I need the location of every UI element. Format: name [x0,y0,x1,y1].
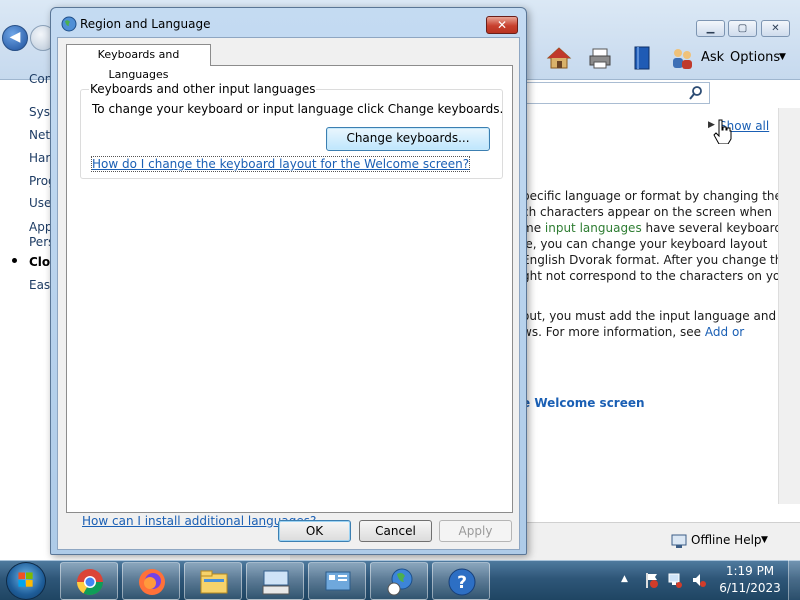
svg-text:?: ? [457,573,467,593]
control-panel-icon [325,571,351,591]
change-keyboards-button[interactable]: Change keyboards... [326,127,490,151]
help-scrollbar[interactable] [778,108,800,504]
taskbar-explorer[interactable] [184,562,242,600]
tray-expand-icon[interactable]: ▲ [621,574,628,584]
clock-time[interactable]: 1:19 PM [718,564,782,578]
start-button[interactable] [6,562,46,600]
globe-clock-icon [387,568,413,596]
region-and-language-dialog: Region and Language ✕ Keyboards and Lang… [50,7,527,555]
current-item-bullet-icon [12,258,17,263]
input-languages-link[interactable]: input languages [545,221,642,235]
tab-keyboards-and-languages[interactable]: Keyboards and Languages [66,44,211,81]
close-button[interactable]: ✕ [761,20,790,37]
print-icon[interactable] [587,46,613,70]
chevron-down-icon[interactable]: ▼ [761,535,768,545]
ask-button[interactable]: Ask [701,50,724,65]
hand-cursor-icon [713,119,732,144]
apply-button[interactable]: Apply [439,520,512,542]
instruction-text: To change your keyboard or input languag… [92,102,504,116]
help-text-line: English Dvorak format. After you change … [522,253,790,267]
help-text-line: ght not correspond to the characters on … [522,269,793,283]
taskbar-chrome[interactable] [60,562,118,600]
help-text-line: ws. For more information, see Add or [522,324,744,340]
windows-logo-icon [18,572,33,587]
firefox-icon [139,569,165,595]
help-text-fragment: ws. For more information, see [522,325,705,339]
maximize-button[interactable]: ▢ [728,20,757,37]
help-text-line: ch characters appear on the screen when [522,205,773,219]
keyboards-group: Keyboards and other input languages To c… [80,82,504,179]
home-icon[interactable] [546,46,572,70]
help-icon: ? [448,568,476,596]
help-text-line: le, you can change your keyboard layout [522,237,768,251]
taskbar-control-panel[interactable] [308,562,366,600]
dialog-title: Region and Language [80,17,211,31]
welcome-screen-layout-link[interactable]: How do I change the keyboard layout for … [90,156,471,172]
offline-help-button[interactable]: Offline Help [691,533,762,547]
book-icon[interactable] [629,46,655,70]
help-search-input[interactable] [526,82,710,104]
folder-icon [200,570,228,594]
help-text-fragment: have several keyboard [641,221,782,235]
minimize-button[interactable]: ▁ [696,20,725,37]
chevron-down-icon[interactable]: ▼ [779,52,786,62]
offline-help-icon[interactable] [671,533,689,549]
taskbar-help[interactable]: ? [432,562,490,600]
ok-button[interactable]: OK [278,520,351,542]
help-text-line: out, you must add the input language and [522,309,777,323]
ask-people-icon[interactable] [669,46,695,70]
taskbar-region-language[interactable] [370,562,428,600]
cancel-button[interactable]: Cancel [359,520,432,542]
options-button[interactable]: Options [730,50,780,65]
back-button[interactable]: ◀ [2,25,28,51]
dialog-body: Keyboards and Languages Keyboards and ot… [57,37,520,550]
show-desktop-button[interactable] [788,560,800,600]
globe-clock-icon [61,16,77,32]
clock-date[interactable]: 6/11/2023 [718,581,782,595]
dialog-close-button[interactable]: ✕ [486,16,518,34]
welcome-screen-heading[interactable]: e Welcome screen [522,396,645,410]
volume-muted-icon[interactable] [691,571,707,589]
search-icon[interactable] [688,85,704,101]
help-text-line: me input languages have several keyboard [522,220,782,236]
taskbar-keyboard-settings[interactable] [246,562,304,600]
sidebar-item[interactable]: Con [29,72,52,86]
tab-panel: Keyboards and other input languages To c… [66,65,513,528]
taskbar-firefox[interactable] [122,562,180,600]
network-icon[interactable] [667,571,683,589]
add-or-link[interactable]: Add or [705,325,744,339]
action-center-flag-icon[interactable] [643,571,659,589]
chrome-icon [76,569,104,596]
sidebar-item[interactable]: App [29,220,52,234]
help-text-line: pecific language or format by changing t… [522,189,782,203]
keyboard-icon [262,570,290,595]
